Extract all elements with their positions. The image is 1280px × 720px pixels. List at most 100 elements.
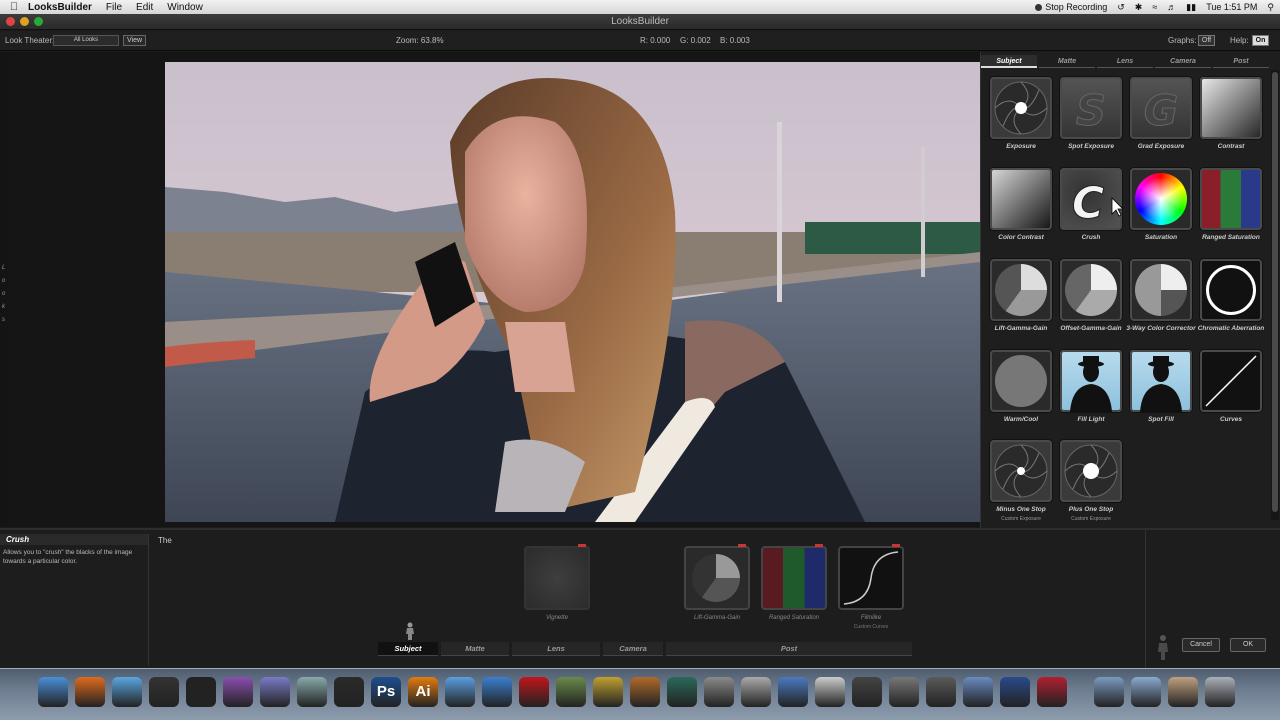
tool-chromatic-aberration[interactable]: Chromatic Aberration <box>1198 257 1264 343</box>
tool-minus-one-stop[interactable]: Minus One Stop Custom Exposure <box>988 438 1054 524</box>
tab-post[interactable]: Post <box>1213 55 1269 68</box>
tools-scrollbar-thumb[interactable] <box>1272 72 1278 512</box>
record-icon <box>1035 4 1043 11</box>
stack-item-filmlike[interactable]: Filmlike Custom Curves <box>838 544 904 636</box>
dock-trash-icon[interactable] <box>1205 677 1235 707</box>
looks-drawer-handle[interactable]: L o o k s <box>0 52 10 527</box>
tool-curves[interactable]: Curves <box>1198 348 1264 434</box>
menu-edit[interactable]: Edit <box>136 2 153 13</box>
dock-motion-icon[interactable] <box>260 677 290 707</box>
volume-icon[interactable]: ♬ <box>1167 2 1176 12</box>
tool-color-contrast[interactable]: Color Contrast <box>988 166 1054 252</box>
tool-crush[interactable]: C Crush <box>1058 166 1124 252</box>
dock-network-icon[interactable] <box>889 677 919 707</box>
dock-imovie-icon[interactable] <box>593 677 623 707</box>
screen:  LooksBuilder File Edit Window Stop Rec… <box>0 0 1280 720</box>
wifi-icon[interactable]: ≈ <box>1152 2 1157 12</box>
tool-description: Crush Allows you to "crush" the blacks o… <box>0 534 149 666</box>
time-machine-icon[interactable]: ↺ <box>1117 2 1125 13</box>
dock-eraser-icon[interactable] <box>815 677 845 707</box>
layer-tab-subject[interactable]: Subject <box>378 642 438 656</box>
ok-button[interactable]: OK <box>1230 638 1266 652</box>
layer-tab-matte[interactable]: Matte <box>441 642 509 656</box>
tool-warm-cool[interactable]: Warm/Cool <box>988 348 1054 434</box>
stack-item-vignette[interactable]: Vignette <box>524 544 590 636</box>
layer-tab-lens[interactable]: Lens <box>512 642 600 656</box>
menubar-clock[interactable]: Tue 1:51 PM <box>1206 2 1257 12</box>
tool-lift-gamma-gain[interactable]: Lift-Gamma-Gain <box>988 257 1054 343</box>
dock-screen-app-icon[interactable] <box>963 677 993 707</box>
dock-system-prefs-icon[interactable] <box>704 677 734 707</box>
dock-illustrator-icon[interactable]: Ai <box>408 677 438 707</box>
dock-itunes-icon[interactable] <box>482 677 512 707</box>
view-button[interactable]: View <box>123 35 146 46</box>
dock-bomb-icon[interactable] <box>334 677 364 707</box>
tab-lens[interactable]: Lens <box>1097 55 1153 68</box>
dock-utility-icon[interactable] <box>741 677 771 707</box>
tool-fill-light[interactable]: Fill Light <box>1058 348 1124 434</box>
layer-tab-post[interactable]: Post <box>666 642 912 656</box>
battery-icon[interactable]: ▮▮ <box>1186 2 1196 13</box>
dock-red-app-icon[interactable] <box>519 677 549 707</box>
dock-clapper-icon[interactable] <box>149 677 179 707</box>
tool-ranged-saturation[interactable]: Ranged Saturation <box>1198 166 1264 252</box>
chromatic-ring-icon <box>1200 259 1262 321</box>
dock-garageband-icon[interactable] <box>630 677 660 707</box>
notes-text[interactable]: The <box>158 536 172 545</box>
description-text: Allows you to "crush" the blacks of the … <box>3 549 133 565</box>
tools-scrollbar[interactable] <box>1271 70 1279 520</box>
dock-finder-icon[interactable] <box>38 677 68 707</box>
menu-window[interactable]: Window <box>167 2 203 13</box>
dock-home-icon[interactable] <box>778 677 808 707</box>
cancel-button[interactable]: Cancel <box>1182 638 1220 652</box>
dock-red-cube-icon[interactable] <box>1037 677 1067 707</box>
dock-safari-icon[interactable] <box>112 677 142 707</box>
tool-sublabel: Custom Exposure <box>1001 516 1041 522</box>
dock-ichat-icon[interactable] <box>445 677 475 707</box>
tool-plus-one-stop[interactable]: Plus One Stop Custom Exposure <box>1058 438 1124 524</box>
tool-saturation[interactable]: Saturation <box>1128 166 1194 252</box>
curves-line-icon <box>1200 350 1262 412</box>
look-theater-select[interactable]: All Looks <box>53 35 119 46</box>
dock-preview-icon[interactable] <box>297 677 327 707</box>
tool-spot-fill[interactable]: Spot Fill <box>1128 348 1194 434</box>
tool-spot-exposure[interactable]: S Spot Exposure <box>1058 75 1124 161</box>
stop-recording-label: Stop Recording <box>1045 2 1108 12</box>
dock-time-machine-icon[interactable] <box>667 677 697 707</box>
stop-recording-item[interactable]: Stop Recording <box>1035 2 1107 12</box>
stack-item-ranged-saturation[interactable]: Ranged Saturation <box>761 544 827 636</box>
tool-grad-exposure[interactable]: G Grad Exposure <box>1128 75 1194 161</box>
spotlight-icon[interactable]: ⚲ <box>1267 2 1274 13</box>
dock-final-cut-icon[interactable] <box>186 677 216 707</box>
stack-item-lift-gamma-gain[interactable]: Lift-Gamma-Gain <box>684 544 750 636</box>
dock-iphoto-icon[interactable] <box>556 677 586 707</box>
tab-camera[interactable]: Camera <box>1155 55 1211 68</box>
preview-image[interactable] <box>165 62 980 522</box>
curves-s-icon <box>838 546 904 610</box>
menu-file[interactable]: File <box>106 2 122 13</box>
bluetooth-icon[interactable]: ✱ <box>1135 2 1143 13</box>
dock-color-app-icon[interactable] <box>223 677 253 707</box>
toolbar: Look Theater: All Looks View Zoom: 63.8%… <box>0 31 1280 51</box>
tool-offset-gamma-gain[interactable]: Offset-Gamma-Gain <box>1058 257 1124 343</box>
dock-photoshop-icon[interactable]: Ps <box>371 677 401 707</box>
tab-matte[interactable]: Matte <box>1039 55 1095 68</box>
graphs-toggle[interactable]: Off <box>1198 35 1215 46</box>
app-menu[interactable]: LooksBuilder <box>28 2 92 13</box>
tool-exposure[interactable]: Exposure <box>988 75 1054 161</box>
dock-toolbox-icon[interactable] <box>926 677 956 707</box>
tool-three-way[interactable]: 3-Way Color Corrector <box>1126 257 1196 343</box>
dock-quicktime-icon[interactable] <box>1000 677 1030 707</box>
tool-label: Chromatic Aberration <box>1197 325 1265 332</box>
dock-stack-photo-icon[interactable] <box>1168 677 1198 707</box>
dock-camera-icon[interactable] <box>852 677 882 707</box>
dock-documents-folder-icon[interactable] <box>1131 677 1161 707</box>
help-toggle[interactable]: On <box>1252 35 1269 46</box>
tab-subject[interactable]: Subject <box>981 55 1037 68</box>
dock-firefox-icon[interactable] <box>75 677 105 707</box>
layer-tab-camera[interactable]: Camera <box>603 642 663 656</box>
stack-item-label: Ranged Saturation <box>768 615 820 621</box>
tool-contrast[interactable]: Contrast <box>1198 75 1264 161</box>
dock-applications-folder-icon[interactable] <box>1094 677 1124 707</box>
apple-icon[interactable]:  <box>0 1 28 13</box>
